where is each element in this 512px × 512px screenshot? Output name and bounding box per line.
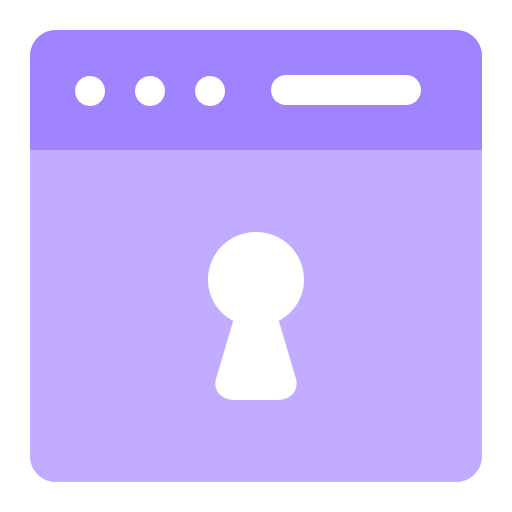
keyhole-shape — [208, 232, 304, 400]
keyhole-icon — [208, 232, 304, 402]
window-control-dot-2 — [135, 76, 165, 106]
browser-content-area — [30, 150, 482, 482]
keyhole-path — [208, 232, 304, 400]
browser-title-bar — [30, 30, 482, 150]
window-control-dot-1 — [75, 76, 105, 106]
icon-canvas — [0, 0, 512, 512]
browser-window-icon — [30, 30, 482, 482]
window-control-dot-3 — [195, 76, 225, 106]
address-bar — [271, 75, 421, 105]
